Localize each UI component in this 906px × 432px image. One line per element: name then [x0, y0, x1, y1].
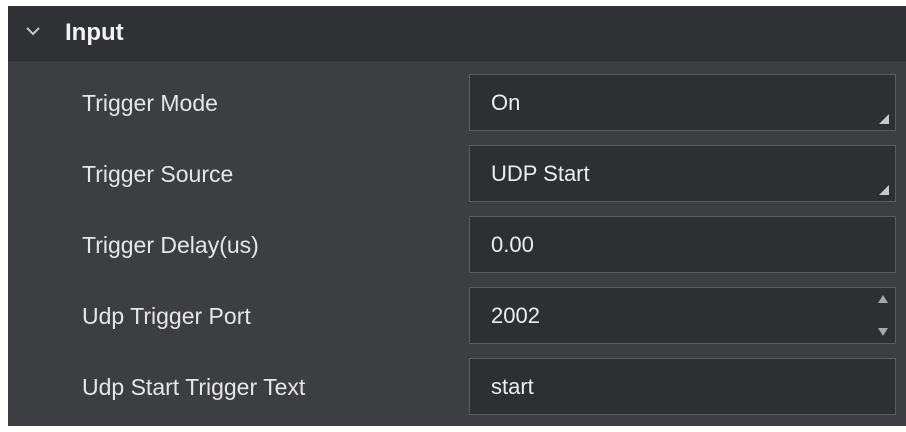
udp-start-trigger-text-input[interactable]: start [469, 358, 896, 415]
section-header-input[interactable]: Input [8, 6, 906, 61]
row-trigger-source: Trigger Source UDP Start [8, 145, 906, 205]
udp-trigger-port-value: 2002 [491, 303, 540, 328]
dropdown-corner-icon [879, 185, 889, 195]
row-udp-trigger-port: Udp Trigger Port 2002 [8, 287, 906, 347]
udp-start-trigger-text-value: start [491, 374, 534, 399]
trigger-delay-value: 0.00 [491, 232, 534, 257]
trigger-mode-dropdown[interactable]: On [469, 74, 896, 131]
dropdown-corner-icon [879, 114, 889, 124]
row-trigger-mode: Trigger Mode On [8, 74, 906, 134]
trigger-source-dropdown[interactable]: UDP Start [469, 145, 896, 202]
udp-trigger-port-spinbox[interactable]: 2002 [469, 287, 896, 344]
trigger-source-label: Trigger Source [82, 161, 234, 187]
spin-up-icon[interactable] [877, 294, 889, 304]
trigger-delay-label: Trigger Delay(us) [82, 232, 259, 258]
spin-down-icon[interactable] [877, 327, 889, 337]
trigger-delay-input[interactable]: 0.00 [469, 216, 896, 273]
properties-panel: Input Trigger Mode On Trigger Source UDP… [8, 6, 906, 426]
trigger-mode-value: On [491, 90, 521, 115]
udp-trigger-port-label: Udp Trigger Port [82, 303, 251, 329]
udp-start-trigger-text-label: Udp Start Trigger Text [82, 374, 306, 400]
trigger-mode-label: Trigger Mode [82, 90, 218, 116]
row-trigger-delay: Trigger Delay(us) 0.00 [8, 216, 906, 276]
trigger-source-value: UDP Start [491, 161, 590, 186]
chevron-down-icon[interactable] [25, 25, 41, 37]
section-title: Input [65, 19, 124, 46]
row-udp-start-trigger-text: Udp Start Trigger Text start [8, 358, 906, 418]
